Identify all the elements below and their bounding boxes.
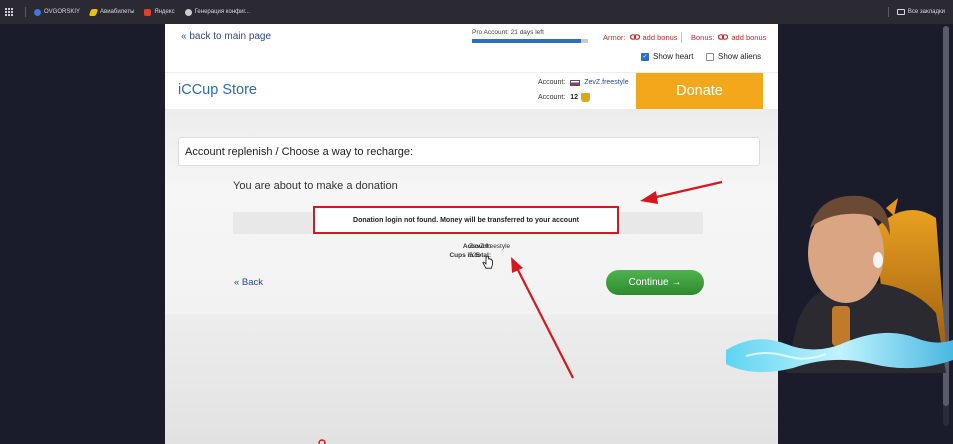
back-link[interactable]: « Back xyxy=(234,277,263,288)
bonus-add-bonus-link[interactable]: add bonus xyxy=(731,33,766,42)
chain-link-icon xyxy=(718,33,729,42)
pro-account-progress xyxy=(472,39,588,43)
bookmark-ovgorskiy[interactable]: OVGORSKIY xyxy=(34,8,81,16)
bookmark-aviabilety[interactable]: Авиабилеты xyxy=(88,8,135,16)
bookmark-favicon-icon xyxy=(144,8,152,16)
cups-value: 12 xyxy=(570,94,579,101)
back-to-main-link[interactable]: « back to main page xyxy=(181,31,271,42)
bookmarks-separator xyxy=(25,7,26,17)
bookmarks-separator xyxy=(887,7,889,17)
bonus-bonus: Bonus: add bonus xyxy=(691,33,766,42)
show-heart-toggle[interactable]: ✓ Show heart xyxy=(641,52,693,61)
donation-intro: You are about to make a donation xyxy=(233,180,398,192)
cups-info: Account: 12 xyxy=(538,93,591,102)
show-aliens-toggle[interactable]: Show aliens xyxy=(706,52,761,61)
bookmark-config-generator[interactable]: Генерация конфиг... xyxy=(184,8,250,16)
armor-add-bonus-link[interactable]: add bonus xyxy=(643,33,678,42)
bookmark-label: Яндекс xyxy=(154,9,175,15)
hand-cursor-icon xyxy=(482,256,493,269)
all-bookmarks-label: Все закладки xyxy=(907,9,945,15)
cup-icon xyxy=(581,93,591,102)
show-heart-label: Show heart xyxy=(653,52,694,61)
account-info: Account: ZevZ.freestyle xyxy=(538,79,629,86)
donation-notice: Donation login not found. Money will be … xyxy=(313,206,619,234)
recharge-title: Account replenish / Choose a way to rech… xyxy=(178,137,760,166)
bookmark-label: OVGORSKIY xyxy=(44,9,81,15)
microphone-icon xyxy=(832,306,850,346)
bookmark-label: Генерация конфиг... xyxy=(194,9,250,15)
webcam-overlay xyxy=(726,195,953,373)
iccup-store-page: « back to main page Pro Account: 21 days… xyxy=(165,24,778,444)
info-account-value: ZevZ.freestyle xyxy=(469,243,511,250)
cups-label: Account: xyxy=(538,94,566,101)
account-name-link[interactable]: ZevZ.freestyle xyxy=(584,79,628,86)
show-heart-checkbox[interactable]: ✓ xyxy=(641,52,649,61)
page-lower-area xyxy=(165,314,778,444)
top-bar: « back to main page Pro Account: 21 days… xyxy=(165,24,778,72)
store-title: iCCup Store xyxy=(178,82,257,98)
folder-icon xyxy=(896,9,905,15)
bonus-label: Bonus: xyxy=(691,33,715,42)
store-header: iCCup Store Account: ZevZ.freestyle Acco… xyxy=(165,72,778,109)
pro-account-label: Pro Account: 21 days left xyxy=(472,29,544,36)
flag-icon xyxy=(570,79,581,86)
armor-label: Armor: xyxy=(603,33,626,42)
all-bookmarks[interactable]: Все закладки xyxy=(887,0,945,24)
donate-button[interactable]: Donate xyxy=(636,73,763,109)
bookmarks-bar: OVGORSKIY Авиабилеты Яндекс Генерация ко… xyxy=(0,0,953,24)
armor-bonus: Armor: add bonus xyxy=(603,33,678,42)
show-aliens-label: Show aliens xyxy=(718,52,762,61)
show-aliens-checkbox[interactable] xyxy=(706,52,714,61)
account-label: Account: xyxy=(538,79,566,86)
apps-grid-icon[interactable] xyxy=(5,8,19,16)
bookmark-favicon-icon xyxy=(184,8,192,16)
continue-button[interactable]: Continue → xyxy=(606,270,704,295)
earbud-icon xyxy=(873,252,883,268)
pro-account-progress-fill xyxy=(472,39,582,43)
bookmark-favicon-icon xyxy=(34,8,41,16)
bookmark-favicon-icon xyxy=(88,8,99,16)
bonus-divider xyxy=(681,32,682,43)
chain-link-icon xyxy=(629,33,640,42)
donation-panel: Account replenish / Choose a way to rech… xyxy=(165,109,778,314)
bookmark-label: Авиабилеты xyxy=(100,9,135,15)
bookmark-yandex[interactable]: Яндекс xyxy=(144,8,175,16)
